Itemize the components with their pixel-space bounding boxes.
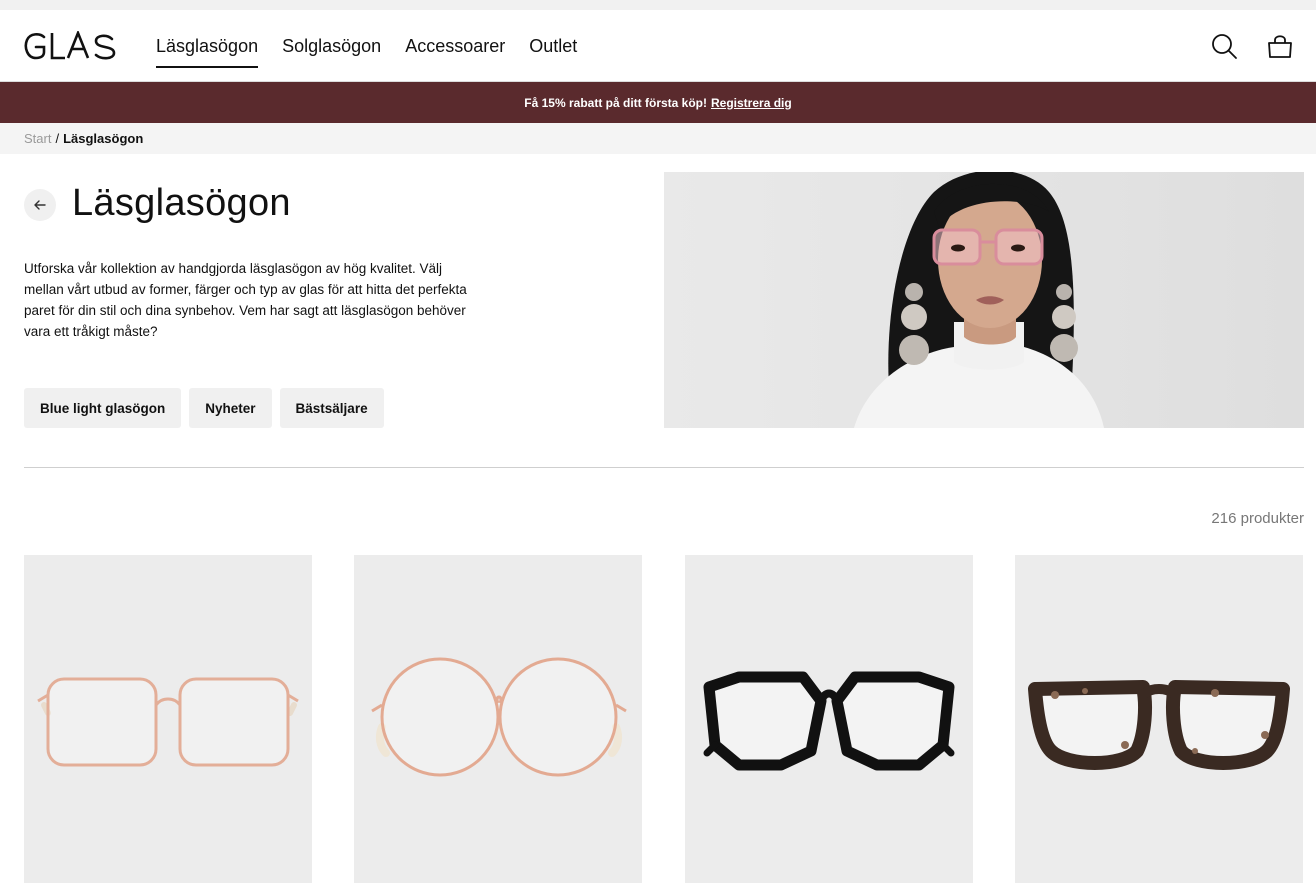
glas-logo-mark [24,29,116,60]
back-button[interactable] [24,189,56,221]
tortoise-glasses-image [1028,680,1290,770]
promo-banner: Få 15% rabatt på ditt första köp! Regist… [0,82,1316,123]
register-link[interactable]: Registrera dig [711,96,792,110]
chip-blue-light[interactable]: Blue light glasögon [24,388,182,428]
rose-gold-round-glasses-image [371,657,627,777]
filter-chips: Blue light glasögon Nyheter Bästsäljare [24,388,384,428]
product-card[interactable] [354,555,642,883]
breadcrumb-separator: / [55,131,60,146]
main-nav: Läsglasögon Solglasögon Accessoarer Outl… [156,10,577,82]
breadcrumb-current: Läsglasögon [63,131,144,146]
black-hexagonal-glasses-image [703,671,955,771]
promo-text: Få 15% rabatt på ditt första köp! [524,95,707,110]
shopping-bag-icon[interactable] [1266,32,1294,60]
product-card[interactable] [24,555,312,883]
nav-item-lasglasogon[interactable]: Läsglasögon [156,10,259,82]
category-description: Utforska vår kollektion av handgjorda lä… [24,261,467,339]
arrow-left-icon [34,200,46,210]
page-title: Läsglasögon [72,182,291,224]
glas-logo[interactable] [24,29,116,61]
nav-item-accessoarer[interactable]: Accessoarer [405,10,505,82]
section-divider [24,467,1304,468]
product-card[interactable] [685,555,973,883]
chip-bastsaljare[interactable]: Bästsäljare [279,388,384,428]
nav-item-solglasogon[interactable]: Solglasögon [282,10,381,82]
top-strip [0,0,1316,10]
product-card[interactable] [1015,555,1303,883]
rose-gold-square-glasses-image [37,677,299,767]
site-header: Läsglasögon Solglasögon Accessoarer Outl… [0,10,1316,82]
search-icon[interactable] [1210,32,1238,60]
breadcrumb: Start / Läsglasögon [0,123,1316,154]
nav-item-outlet[interactable]: Outlet [529,10,577,82]
product-grid [24,555,1304,883]
chip-nyheter[interactable]: Nyheter [189,388,272,428]
hero-image [664,172,1304,428]
breadcrumb-home[interactable]: Start [24,131,51,146]
model-portrait [854,172,1104,428]
product-count: 216 produkter [1211,510,1304,527]
